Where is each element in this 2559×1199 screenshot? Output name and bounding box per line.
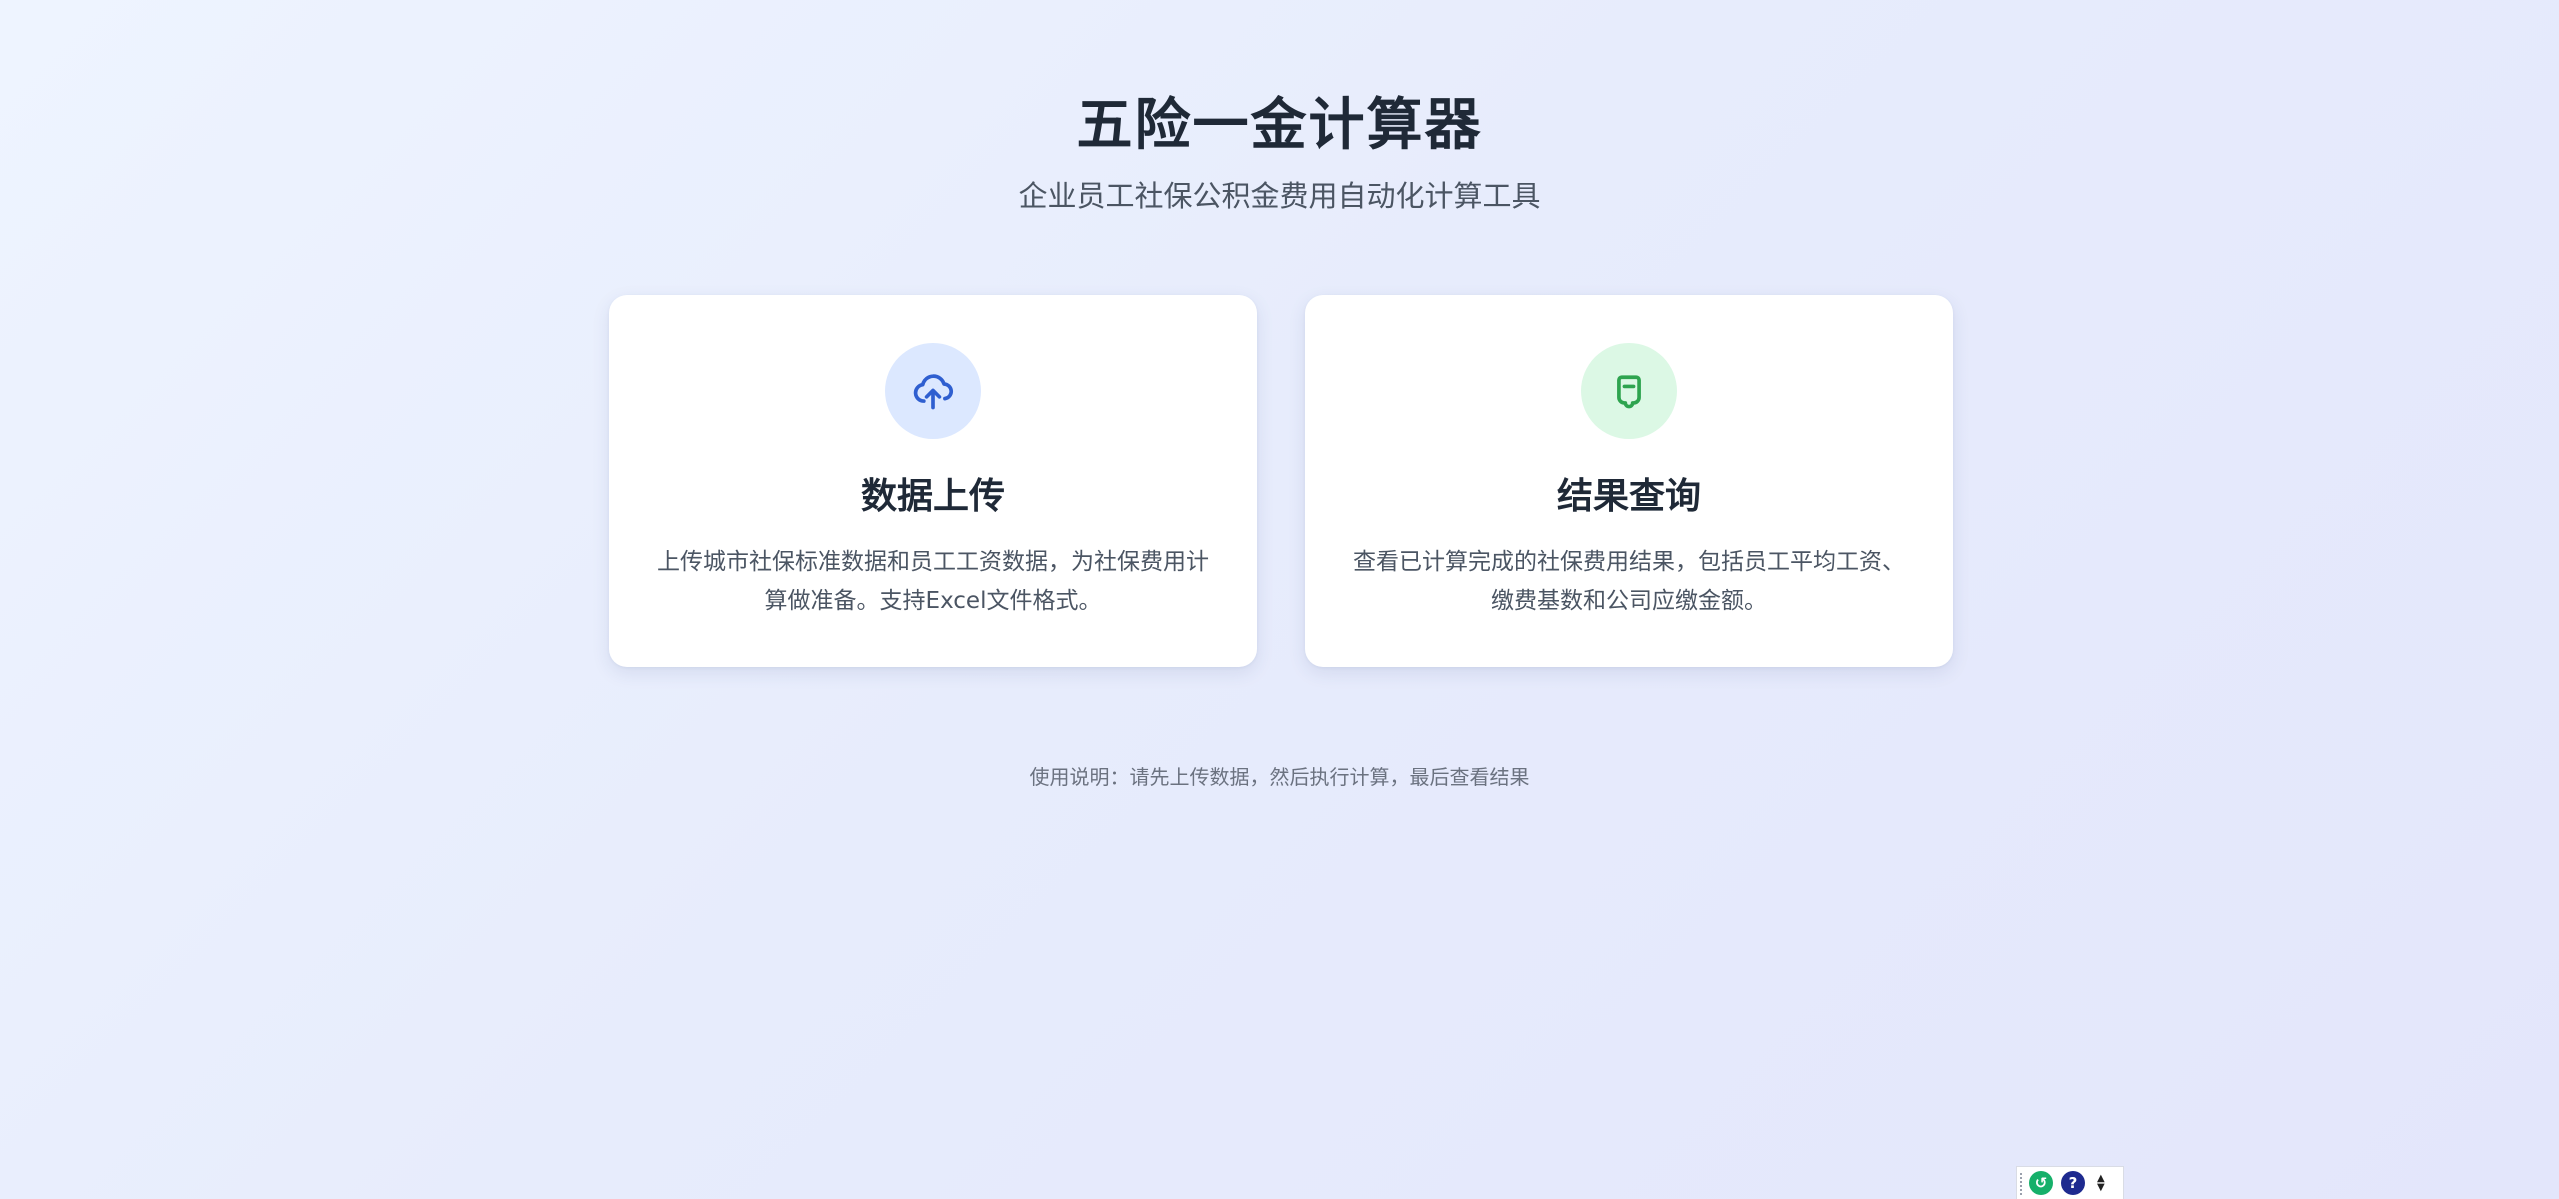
upload-card-title: 数据上传 (860, 476, 1005, 517)
result-card-description: 查看已计算完成的社保费用结果，包括员工平均工资、缴费基数和公司应缴金额。 (1353, 549, 1905, 614)
drag-handle-icon[interactable] (2020, 1173, 2023, 1195)
result-card[interactable]: 结果查询 查看已计算完成的社保费用结果，包括员工平均工资、缴费基数和公司应缴金额… (1305, 295, 1953, 667)
feature-cards: 数据上传 上传城市社保标准数据和员工工资数据，为社保费用计算做准备。支持Exce… (609, 295, 1953, 667)
cloud-upload-icon (913, 374, 954, 410)
result-icon-circle (1581, 343, 1677, 439)
link-icon[interactable]: ↺ (2029, 1171, 2053, 1195)
page-subtitle: 企业员工社保公积金费用自动化计算工具 (1018, 179, 1541, 213)
upload-card[interactable]: 数据上传 上传城市社保标准数据和员工工资数据，为社保费用计算做准备。支持Exce… (609, 295, 1257, 667)
usage-instructions: 使用说明：请先上传数据，然后执行计算，最后查看结果 (1029, 765, 1530, 789)
clipboard-icon (1617, 375, 1641, 409)
page-title: 五险一金计算器 (1076, 93, 1483, 158)
upload-card-description: 上传城市社保标准数据和员工工资数据，为社保费用计算做准备。支持Excel文件格式… (657, 549, 1209, 614)
page-header: 五险一金计算器 企业员工社保公积金费用自动化计算工具 (0, 88, 2559, 218)
up-down-arrows-icon[interactable]: ▲ ▼ (2097, 1174, 2105, 1193)
floating-toolbar: ↺ ? ▲ ▼ (2016, 1166, 2124, 1199)
result-card-title: 结果查询 (1556, 476, 1701, 517)
help-icon[interactable]: ? (2061, 1171, 2085, 1195)
upload-icon-circle (885, 343, 981, 439)
